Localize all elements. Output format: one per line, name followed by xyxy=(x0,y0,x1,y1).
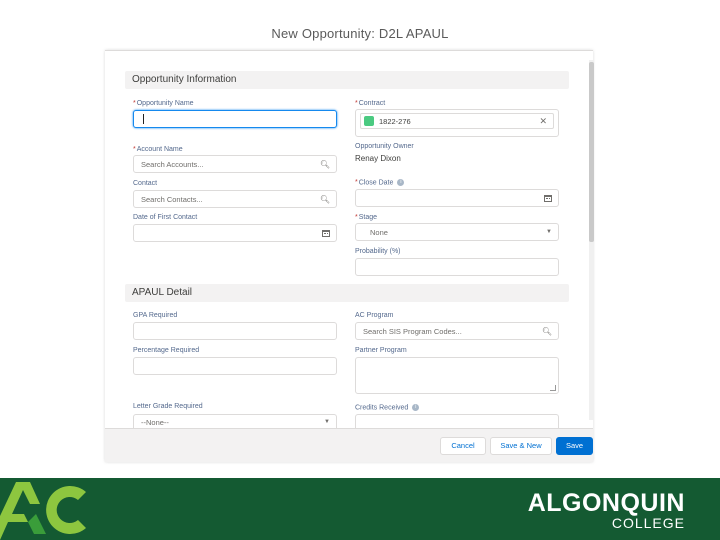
credits-received-label-text: Credits Received xyxy=(355,404,409,412)
ac-program-label: AC Program xyxy=(355,312,394,319)
opportunity-name-label-text: Opportunity Name xyxy=(136,100,194,107)
cancel-button[interactable]: Cancel xyxy=(440,437,486,455)
search-icon: 🔍︎ xyxy=(319,195,330,204)
contract-label-text: Contract xyxy=(358,100,386,107)
save-button[interactable]: Save xyxy=(556,437,593,455)
algonquin-ac-logo xyxy=(0,482,86,540)
percentage-required-label: Percentage Required xyxy=(133,347,200,354)
contact-placeholder: Search Contacts... xyxy=(141,195,203,204)
stage-label-text: Stage xyxy=(358,214,378,221)
chevron-down-icon: ▼ xyxy=(546,229,552,235)
account-name-placeholder: Search Accounts... xyxy=(141,160,204,169)
probability-label: Probability (%) xyxy=(355,248,401,255)
wordmark-main: ALGONQUIN xyxy=(527,489,685,517)
required-marker: * xyxy=(355,100,358,107)
required-marker: * xyxy=(355,179,358,187)
date-first-contact-input[interactable] xyxy=(133,224,337,242)
contract-value: 1822-276 xyxy=(379,117,411,126)
algonquin-college-wordmark: ALGONQUIN COLLEGE xyxy=(505,490,685,531)
calendar-icon[interactable] xyxy=(544,195,552,202)
credits-received-label: Credits Received i xyxy=(355,404,420,412)
contact-input[interactable]: Search Contacts... 🔍︎ xyxy=(133,190,337,208)
opportunity-owner-value: Renay Dixon xyxy=(355,154,401,163)
credits-received-input[interactable] xyxy=(355,414,559,428)
letter-grade-select[interactable]: --None-- ▼ xyxy=(133,414,337,428)
logo-c-shape xyxy=(46,486,86,534)
partner-program-textarea[interactable] xyxy=(355,357,559,394)
gpa-required-input[interactable] xyxy=(133,322,337,340)
percentage-required-input[interactable] xyxy=(133,357,337,375)
date-first-contact-label: Date of First Contact xyxy=(133,214,198,221)
stage-value: None xyxy=(370,228,388,237)
contract-label: *Contract xyxy=(355,100,385,107)
stage-select[interactable]: None ▼ xyxy=(355,223,559,241)
contract-icon xyxy=(364,116,374,126)
close-date-label: *Close Date i xyxy=(355,179,405,187)
modal-scrollbar-thumb[interactable] xyxy=(589,62,594,242)
stage-label: *Stage xyxy=(355,214,377,221)
ac-program-placeholder: Search SIS Program Codes... xyxy=(363,327,462,336)
letter-grade-label: Letter Grade Required xyxy=(133,403,203,410)
calendar-icon[interactable] xyxy=(322,230,330,237)
resize-handle[interactable] xyxy=(550,385,556,391)
close-icon[interactable]: ✕ xyxy=(539,116,547,127)
section-opportunity-information[interactable]: Opportunity Information xyxy=(125,71,569,89)
contact-label: Contact xyxy=(133,180,158,187)
account-name-label-text: Account Name xyxy=(136,146,183,153)
close-date-label-text: Close Date xyxy=(358,179,394,187)
opportunity-owner-label: Opportunity Owner xyxy=(355,143,414,150)
probability-input[interactable] xyxy=(355,258,559,276)
modal-footer: Cancel Save & New Save xyxy=(105,428,593,462)
letter-grade-value: --None-- xyxy=(141,418,169,427)
opportunity-name-input[interactable] xyxy=(133,110,337,128)
chevron-down-icon: ▼ xyxy=(324,419,330,425)
ac-program-input[interactable]: Search SIS Program Codes... 🔍︎ xyxy=(355,322,559,340)
info-icon[interactable]: i xyxy=(412,404,420,411)
section-apaul-detail[interactable]: APAUL Detail xyxy=(125,284,569,302)
logo-a-leg xyxy=(28,514,46,534)
info-icon[interactable]: i xyxy=(397,179,405,186)
required-marker: * xyxy=(355,214,358,221)
search-icon: 🔍︎ xyxy=(319,160,330,169)
text-cursor xyxy=(143,114,144,125)
gpa-required-label: GPA Required xyxy=(133,312,178,319)
save-new-button[interactable]: Save & New xyxy=(490,437,552,455)
required-marker: * xyxy=(133,146,136,153)
modal-title: New Opportunity: D2L APAUL xyxy=(271,26,449,41)
wordmark-sub: COLLEGE xyxy=(611,515,685,531)
contract-pill: 1822-276 ✕ xyxy=(360,113,554,129)
contract-lookup[interactable]: 1822-276 ✕ xyxy=(355,109,559,137)
partner-program-label: Partner Program xyxy=(355,347,407,354)
opportunity-name-label: *Opportunity Name xyxy=(133,100,194,107)
search-icon: 🔍︎ xyxy=(541,327,552,336)
close-date-input[interactable] xyxy=(355,189,559,207)
required-marker: * xyxy=(133,100,136,107)
account-name-label: *Account Name xyxy=(133,146,183,153)
account-name-input[interactable]: Search Accounts... 🔍︎ xyxy=(133,155,337,173)
